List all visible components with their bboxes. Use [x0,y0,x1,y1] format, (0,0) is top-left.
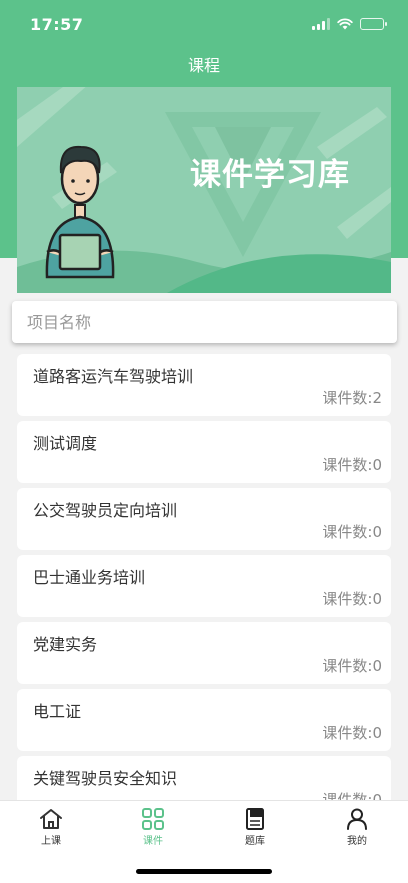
status-icons [312,18,387,30]
course-name: 党建实务 [33,635,98,654]
course-item[interactable]: 党建实务 课件数:0 [17,622,391,684]
course-count: 课件数:0 [322,456,382,474]
person-icon [347,808,367,830]
tab-label: 课件 [143,836,163,847]
course-count: 课件数:0 [322,523,382,541]
course-list: 道路客运汽车驾驶培训 课件数:2 测试调度 课件数:0 公交驾驶员定向培训 课件… [17,354,391,823]
course-count: 课件数:0 [322,657,382,675]
course-name: 电工证 [33,702,82,721]
cellular-signal-icon [312,18,330,30]
banner: 课件学习库 [17,87,391,293]
tab-label: 我的 [347,836,367,847]
course-item[interactable]: 电工证 课件数:0 [17,689,391,751]
course-item[interactable]: 公交驾驶员定向培训 课件数:0 [17,488,391,550]
tab-courseware[interactable]: 课件 [118,807,188,847]
tab-mine[interactable]: 我的 [322,807,392,847]
course-name: 关键驾驶员安全知识 [33,769,178,788]
grid-icon [142,808,164,830]
status-time: 17:57 [30,14,84,34]
tab-label: 上课 [41,836,61,847]
battery-icon [360,18,387,30]
page-title: 课程 [187,56,220,75]
course-name: 道路客运汽车驾驶培训 [33,367,194,386]
home-indicator [136,869,272,874]
course-count: 课件数:2 [322,389,382,407]
home-icon [40,809,62,829]
course-item[interactable]: 测试调度 课件数:0 [17,421,391,483]
tab-bar: 上课 课件 题库 我的 [0,800,408,883]
course-name: 公交驾驶员定向培训 [33,501,178,520]
search-box[interactable] [12,301,397,343]
banner-title: 课件学习库 [190,157,350,193]
tab-label: 题库 [245,836,265,847]
course-name: 测试调度 [33,434,98,453]
course-count: 课件数:0 [322,590,382,608]
course-count: 课件数:0 [322,724,382,742]
tab-class[interactable]: 上课 [16,807,86,847]
course-name: 巴士通业务培训 [33,568,146,587]
tab-question-bank[interactable]: 题库 [220,807,290,847]
course-item[interactable]: 巴士通业务培训 课件数:0 [17,555,391,617]
wifi-icon [337,18,353,30]
status-bar: 17:57 [0,0,408,48]
search-input[interactable] [27,312,397,332]
course-screen: 17:57 课程 课件学习库 项目名称 道路客运汽车驾驶培训 课件数:2 测试调… [0,0,408,883]
course-item[interactable]: 道路客运汽车驾驶培训 课件数:2 [17,354,391,416]
book-icon [246,808,264,830]
